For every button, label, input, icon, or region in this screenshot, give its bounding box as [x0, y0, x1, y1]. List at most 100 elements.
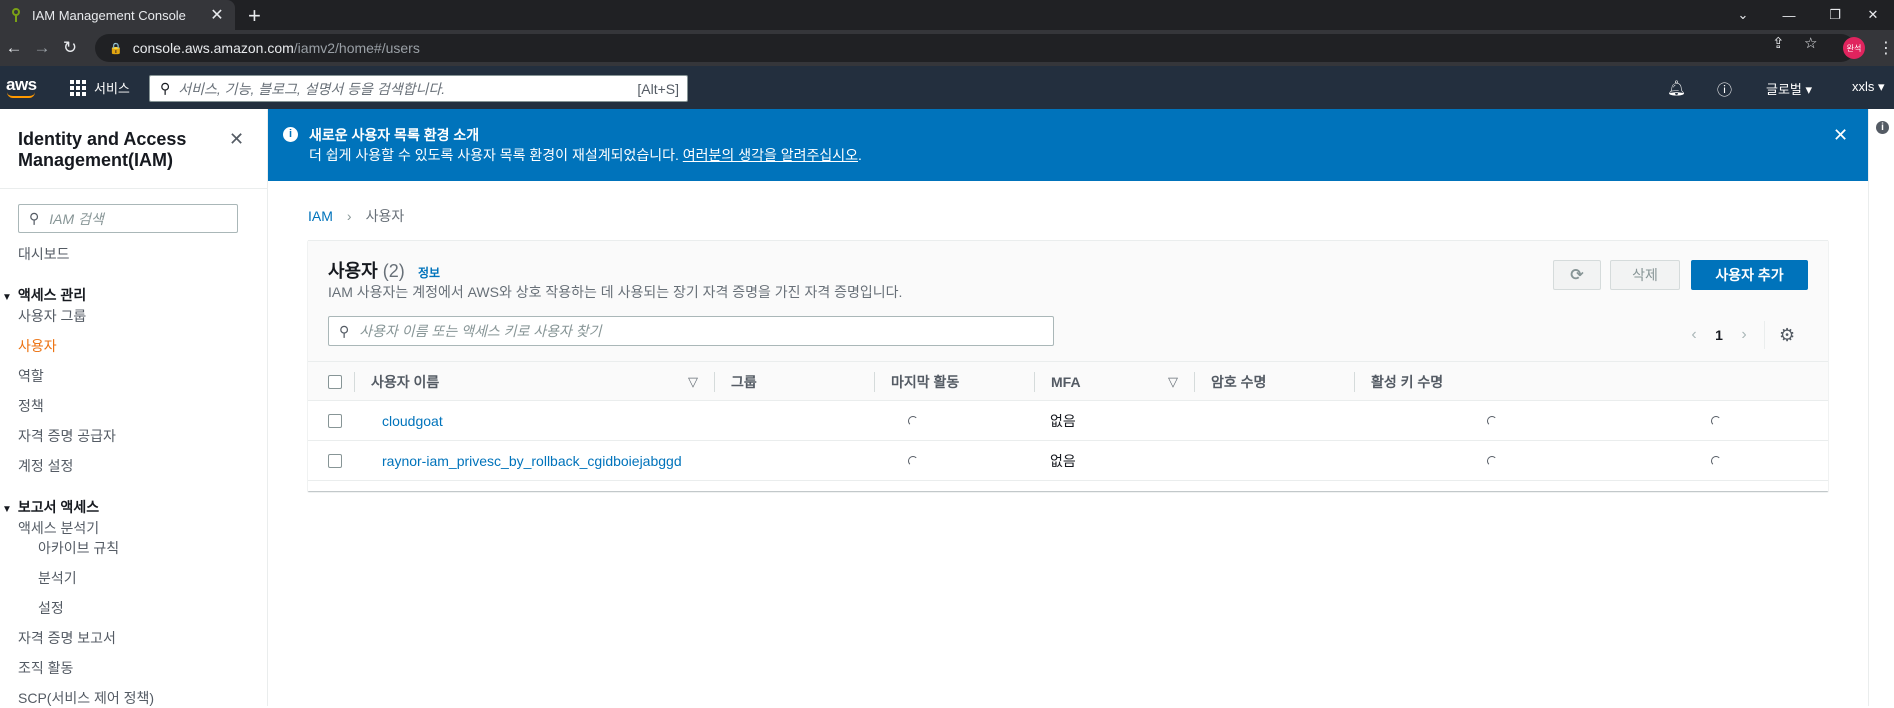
lock-icon: 🔒: [109, 42, 123, 55]
aws-navbar: aws 서비스 ⚲ 서비스, 기능, 블로그, 설명서 등을 검색합니다. [A…: [0, 66, 1894, 109]
reload-icon[interactable]: ↻: [56, 38, 84, 58]
breadcrumb: IAM › 사용자: [308, 206, 404, 226]
aws-logo[interactable]: aws: [6, 75, 37, 98]
refresh-button[interactable]: ⟳: [1553, 260, 1601, 290]
add-user-button[interactable]: 사용자 추가: [1691, 260, 1808, 290]
caret-down-icon: ▼: [2, 504, 12, 515]
help-icon[interactable]: ⓘ: [1717, 79, 1732, 100]
panel-description: IAM 사용자는 계정에서 AWS와 상호 작용하는 데 사용되는 장기 자격 …: [328, 284, 903, 300]
sidebar-item-analyzers[interactable]: 분석기: [38, 568, 77, 588]
pagination: ‹ 1 › ⚙: [1684, 321, 1795, 349]
refresh-icon: ⟳: [1570, 267, 1584, 284]
sidebar-item-scp[interactable]: SCP(서비스 제어 정책): [18, 688, 154, 708]
new-tab-button[interactable]: +: [248, 3, 261, 29]
bookmark-star-icon[interactable]: ☆: [1804, 34, 1817, 52]
page-number[interactable]: 1: [1704, 327, 1734, 343]
profile-avatar[interactable]: 완석: [1843, 37, 1865, 59]
sidebar-close-icon[interactable]: ✕: [229, 129, 244, 150]
select-all-checkbox[interactable]: [328, 375, 342, 389]
chevron-left-icon[interactable]: ‹: [1684, 326, 1704, 344]
col-username[interactable]: 사용자 이름 ▽: [354, 372, 714, 392]
iam-search-input[interactable]: ⚲ IAM 검색: [18, 204, 238, 233]
select-all-cell: [312, 362, 352, 402]
breadcrumb-current: 사용자: [365, 208, 405, 224]
sidebar-item-access-analyzer[interactable]: 액세스 분석기: [18, 518, 99, 538]
user-search-placeholder: 사용자 이름 또는 액세스 키로 사용자 찾기: [359, 323, 602, 339]
sidebar-item-credential-report[interactable]: 자격 증명 보고서: [18, 628, 116, 648]
col-active-key-age[interactable]: 활성 키 수명: [1354, 372, 1554, 392]
sidebar-title: Identity and Access Management(IAM): [18, 129, 187, 170]
iam-sidebar: Identity and Access Management(IAM) ✕ ⚲ …: [0, 109, 268, 706]
flash-close-icon[interactable]: ✕: [1833, 125, 1848, 146]
back-icon[interactable]: ←: [0, 38, 28, 58]
sidebar-item-dashboard[interactable]: 대시보드: [18, 244, 70, 264]
feedback-link[interactable]: 여러분의 생각을 알려주십시오: [683, 147, 858, 163]
caret-down-icon: ▼: [2, 292, 12, 303]
search-icon: ⚲: [29, 210, 40, 226]
grid-icon: [70, 79, 86, 96]
region-selector[interactable]: 글로벌 ▾: [1766, 79, 1812, 98]
sidebar-item-user-groups[interactable]: 사용자 그룹: [18, 306, 86, 326]
forward-icon[interactable]: →: [28, 38, 56, 58]
col-mfa[interactable]: MFA ▽: [1034, 372, 1194, 392]
panel-header: 사용자 (2) 정보 IAM 사용자는 계정에서 AWS와 상호 작용하는 데 …: [308, 241, 1828, 361]
table-row: raynor-iam_privesc_by_rollback_cgidboiej…: [308, 441, 1828, 481]
chevron-right-icon: ›: [346, 208, 352, 224]
sidebar-item-org-activity[interactable]: 조직 활동: [18, 658, 73, 678]
username-link[interactable]: raynor-iam_privesc_by_rollback_cgidboiej…: [382, 441, 682, 481]
row-checkbox[interactable]: [328, 454, 342, 468]
global-search-input[interactable]: ⚲ 서비스, 기능, 블로그, 설명서 등을 검색합니다. [Alt+S]: [149, 75, 688, 102]
loading-spinner-icon: [908, 456, 918, 466]
sidebar-item-identity-providers[interactable]: 자격 증명 공급자: [18, 426, 116, 446]
info-icon: i: [283, 127, 298, 142]
info-flash-banner: i 새로운 사용자 목록 환경 소개 더 쉽게 사용할 수 있도록 사용자 목록…: [268, 109, 1868, 181]
loading-spinner-icon: [1487, 456, 1497, 466]
sidebar-item-roles[interactable]: 역할: [18, 366, 44, 386]
breadcrumb-iam[interactable]: IAM: [308, 208, 333, 224]
global-search-placeholder: 서비스, 기능, 블로그, 설명서 등을 검색합니다.: [178, 80, 446, 97]
window-close-icon[interactable]: ✕: [1850, 0, 1894, 30]
flash-body: 더 쉽게 사용할 수 있도록 사용자 목록 환경이 재설계되었습니다. 여러분의…: [309, 147, 862, 163]
user-search-input[interactable]: ⚲ 사용자 이름 또는 액세스 키로 사용자 찾기: [328, 316, 1054, 346]
sidebar-item-users[interactable]: 사용자: [18, 336, 57, 356]
username-link[interactable]: cloudgoat: [382, 401, 443, 441]
row-checkbox[interactable]: [328, 414, 342, 428]
account-menu[interactable]: xxls ▾: [1852, 79, 1885, 95]
sidebar-item-account-settings[interactable]: 계정 설정: [18, 456, 73, 476]
chevron-right-icon[interactable]: ›: [1734, 326, 1754, 344]
tab-search-icon[interactable]: ⌄: [1720, 0, 1766, 30]
url-path: /iamv2/home#/users: [293, 40, 420, 56]
sort-down-icon: ▽: [688, 374, 698, 389]
col-password-age[interactable]: 암호 수명: [1194, 372, 1354, 392]
info-icon[interactable]: i: [1876, 121, 1889, 134]
sidebar-item-archive-rules[interactable]: 아카이브 규칙: [38, 538, 119, 558]
browser-tab[interactable]: IAM Management Console ✕: [0, 0, 235, 30]
sort-down-icon: ▽: [1168, 374, 1178, 389]
iam-key-icon: [12, 8, 20, 22]
browser-menu-icon[interactable]: ⋮: [1878, 38, 1894, 58]
url-host: console.aws.amazon.com: [132, 40, 294, 56]
share-icon[interactable]: ⇪: [1772, 34, 1785, 52]
sidebar-item-policies[interactable]: 정책: [18, 396, 44, 416]
table-row: cloudgoat 없음: [308, 401, 1828, 441]
delete-button[interactable]: 삭제: [1610, 260, 1680, 290]
gear-icon[interactable]: ⚙: [1779, 325, 1795, 346]
tab-close-icon[interactable]: ✕: [207, 5, 227, 25]
col-groups[interactable]: 그룹: [714, 372, 874, 392]
sidebar-item-analyzer-settings[interactable]: 설정: [38, 598, 64, 618]
services-menu-button[interactable]: 서비스: [70, 78, 130, 97]
page-title: 사용자 (2): [328, 261, 405, 281]
notification-bell-icon[interactable]: 🔔︎: [1667, 79, 1686, 97]
mfa-value: 없음: [1050, 413, 1076, 429]
col-last-activity[interactable]: 마지막 활동: [874, 372, 1034, 392]
sidebar-section-report-access[interactable]: ▼ 보고서 액세스: [2, 497, 99, 517]
browser-toolbar: ← → ↻ 🔒 console.aws.amazon.com/iamv2/hom…: [0, 30, 1894, 66]
sidebar-divider: [0, 188, 268, 189]
browser-tab-strip: IAM Management Console ✕ + ⌄ — ❐ ✕: [0, 0, 1894, 30]
users-table-panel: 사용자 (2) 정보 IAM 사용자는 계정에서 AWS와 상호 작용하는 데 …: [308, 240, 1828, 491]
sidebar-section-access-mgmt[interactable]: ▼ 액세스 관리: [2, 285, 86, 305]
url-bar[interactable]: 🔒 console.aws.amazon.com/iamv2/home#/use…: [95, 34, 1855, 62]
loading-spinner-icon: [1487, 416, 1497, 426]
minimize-icon[interactable]: —: [1766, 0, 1812, 30]
info-link[interactable]: 정보: [418, 264, 440, 281]
